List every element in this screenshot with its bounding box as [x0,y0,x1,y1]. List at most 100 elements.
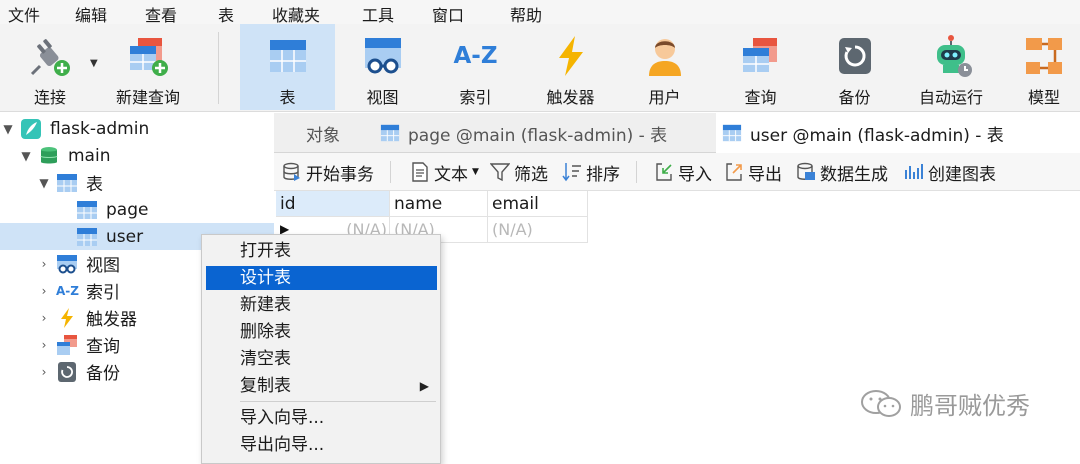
menu-edit[interactable]: 编辑 [75,2,107,26]
views-label: 视图 [366,88,399,107]
indexes-button[interactable]: A-Z 索引 [433,24,518,110]
column-header-id[interactable]: id [276,191,390,217]
menu-file[interactable]: 文件 [8,2,40,26]
filter-label: 筛选 [514,164,548,185]
menu-favorites[interactable]: 收藏夹 [272,2,320,26]
menu-duplicate-table[interactable]: 复制表 ▶ [206,374,437,398]
tab-objects[interactable]: 对象 [274,113,372,153]
export-button[interactable]: 导出 [724,160,782,185]
filter-button[interactable]: 筛选 [489,160,548,185]
tree-table-user-label: user [106,226,144,247]
expand-icon[interactable]: › [36,284,52,298]
connect-button[interactable]: 连接 [10,24,90,110]
backup-button[interactable]: 备份 [812,24,897,110]
user-icon [643,34,687,78]
robot-icon [929,34,973,78]
import-label: 导入 [678,164,712,185]
backup-label: 备份 [838,88,871,107]
table-icon [76,226,98,248]
create-chart-button[interactable]: 创建图表 [904,160,996,185]
automation-button[interactable]: 自动运行 [907,24,995,110]
query-icon [56,334,78,356]
users-label: 用户 [648,88,681,107]
connect-dropdown-icon[interactable]: ▼ [90,58,98,69]
menu-export-wizard[interactable]: 导出向导... [206,433,437,457]
sort-button[interactable]: 排序 [562,160,620,185]
index-icon: A-Z [56,283,79,298]
tab-objects-label: 对象 [306,125,340,146]
database-icon [38,145,60,167]
tree-tables-label: 表 [86,175,103,195]
trigger-icon [56,307,78,329]
tree-database-label: main [68,145,111,166]
filter-icon [489,162,511,182]
views-button[interactable]: 视图 [340,24,425,110]
tables-button[interactable]: 表 [240,24,335,110]
model-button[interactable]: 模型 [1008,24,1080,110]
menu-design-table[interactable]: 设计表 [206,266,437,290]
tree-database[interactable]: ▼ main [18,142,274,169]
users-button[interactable]: 用户 [622,24,707,110]
tree-table-page[interactable]: page [76,196,274,223]
indexes-label: 索引 [459,88,492,107]
menu-import-wizard[interactable]: 导入向导... [206,406,437,430]
begin-transaction-button[interactable]: 开始事务 [282,160,374,185]
collapse-icon[interactable]: ▼ [0,122,16,136]
expand-icon[interactable]: › [36,338,52,352]
model-label: 模型 [1027,88,1060,107]
menu-table[interactable]: 表 [218,2,234,26]
chart-icon [904,162,924,182]
queries-button[interactable]: 查询 [718,24,803,110]
tab-user-label: user @main (flask-admin) - 表 [750,125,1004,146]
tree-views-label: 视图 [86,256,120,276]
text-button[interactable]: 文本 ▼ [410,160,479,185]
create-chart-label: 创建图表 [928,164,996,185]
column-header-email[interactable]: email [488,191,588,217]
backup-icon [56,361,78,383]
menu-new-table[interactable]: 新建表 [206,293,437,317]
menu-empty-table[interactable]: 清空表 [206,347,437,371]
collapse-icon[interactable]: ▼ [18,149,34,163]
table-icon [56,172,78,194]
menu-window[interactable]: 窗口 [432,2,464,26]
watermark: 鹏哥贼优秀 [860,386,1030,421]
query-icon [739,34,783,78]
begin-transaction-label: 开始事务 [306,164,374,185]
menu-delete-table[interactable]: 删除表 [206,320,437,344]
table-toolbar: 开始事务 文本 ▼ 筛选 排序 导入 导出 数据生成 创建图表 [274,153,1080,191]
tree-connection[interactable]: ▼ flask-admin [0,115,274,142]
tab-page-table[interactable]: page @main (flask-admin) - 表 [374,113,714,153]
tree-indexes-label: 索引 [86,283,120,303]
sort-label: 排序 [586,164,620,185]
menu-view[interactable]: 查看 [145,2,177,26]
menu-separator [240,401,436,402]
table-cell-email[interactable]: (N/A) [488,217,588,243]
expand-icon[interactable]: › [36,311,52,325]
menu-open-table[interactable]: 打开表 [206,239,437,263]
tab-page-label: page @main (flask-admin) - 表 [408,125,668,146]
column-header-name[interactable]: name [390,191,488,217]
triggers-button[interactable]: 触发器 [528,24,613,110]
table-icon [76,199,98,221]
toolbar-separator [218,32,219,104]
data-generation-button[interactable]: 数据生成 [796,160,888,185]
tab-user-table[interactable]: user @main (flask-admin) - 表 [716,113,1080,153]
import-button[interactable]: 导入 [654,160,712,185]
watermark-text: 鹏哥贼优秀 [910,392,1030,420]
collapse-icon[interactable]: ▼ [36,176,52,190]
automation-label: 自动运行 [918,88,983,107]
menu-help[interactable]: 帮助 [510,2,542,26]
tree-tables-group[interactable]: ▼ 表 [36,169,274,196]
menu-tools[interactable]: 工具 [362,2,394,26]
plug-icon [28,34,72,78]
expand-icon[interactable]: › [36,365,52,379]
table-icon [266,34,310,78]
context-menu: 打开表 设计表 新建表 删除表 清空表 复制表 ▶ 导入向导... 导出向导..… [201,234,441,464]
connect-label: 连接 [33,88,66,107]
connection-icon [20,118,42,140]
main-toolbar: 连接 ▼ 新建查询 表 视图 A-Z 索引 触发器 用户 查询 备份 自动运行 … [0,24,1080,112]
expand-icon[interactable]: › [36,257,52,271]
dropdown-arrow-icon[interactable]: ▼ [472,167,479,177]
tree-table-page-label: page [106,199,149,220]
new-query-button[interactable]: 新建查询 [108,24,188,110]
